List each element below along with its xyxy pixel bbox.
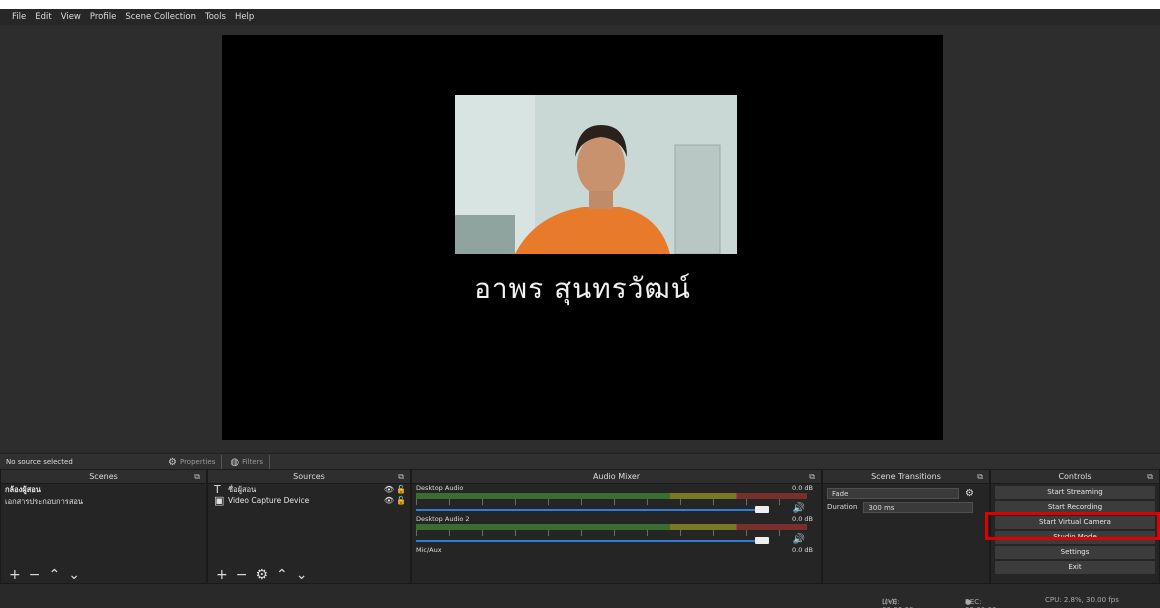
scenes-title: Scenes ⧉: [1, 470, 206, 484]
rec-text: REC: 00:00:00: [965, 598, 996, 608]
properties-button[interactable]: ⚙ Properties: [166, 455, 223, 469]
undock-icon[interactable]: ⧉: [1147, 470, 1153, 483]
source-item[interactable]: T ชื่อผู้สอน 👁 🔓: [208, 483, 410, 496]
remove-icon[interactable]: −: [236, 567, 248, 583]
undock-icon[interactable]: ⧉: [977, 470, 983, 483]
preview-canvas[interactable]: อาพร สุนทรวัฒน์: [222, 35, 943, 440]
mixer-track: Desktop Audio 2 0.0 dB 🔊: [412, 515, 821, 545]
gear-icon[interactable]: ⚙: [255, 567, 268, 583]
settings-button[interactable]: Settings: [995, 546, 1155, 559]
scene-transitions-title: Scene Transitions ⧉: [823, 470, 989, 484]
gear-icon[interactable]: ⚙: [965, 488, 974, 499]
duration-value: 300 ms: [868, 503, 895, 512]
audio-mixer-title-label: Audio Mixer: [592, 472, 641, 481]
filter-icon: ◍: [230, 456, 240, 468]
visibility-eye-icon[interactable]: 👁: [384, 496, 394, 505]
filters-button[interactable]: ◍ Filters: [228, 455, 271, 469]
menu-edit[interactable]: Edit: [35, 12, 51, 22]
menu-view[interactable]: View: [61, 12, 81, 22]
volume-slider[interactable]: 🔊: [416, 534, 805, 546]
exit-button[interactable]: Exit: [995, 561, 1155, 574]
overlay-name-text: อาพร สุนทรวัฒน์: [474, 272, 691, 305]
scenes-dock: Scenes ⧉ กล้องผู้สอน เอกสารประกอบการสอน +…: [0, 469, 207, 584]
add-icon[interactable]: +: [216, 567, 228, 583]
scene-item[interactable]: เอกสารประกอบการสอน: [1, 496, 206, 508]
gear-icon: ⚙: [168, 456, 177, 468]
sources-toolbar: + − ⚙ ⌃ ⌄: [208, 567, 410, 583]
preview-area: อาพร สุนทรวัฒน์: [0, 25, 1160, 452]
track-db: 0.0 dB: [792, 484, 813, 492]
scene-transitions-dock: Scene Transitions ⧉ Fade ⚙ Duration 300 m…: [822, 469, 990, 584]
add-icon[interactable]: +: [9, 567, 21, 583]
webcam-feed: [455, 95, 737, 254]
visibility-eye-icon[interactable]: 👁: [384, 485, 394, 494]
audio-mixer-title: Audio Mixer ⧉: [412, 470, 821, 484]
track-name: Desktop Audio 2: [416, 515, 470, 523]
status-bar: ((•)) LIVE: 00:00:00 ● REC: 00:00:00 CPU…: [0, 594, 1160, 608]
transition-select[interactable]: Fade: [827, 487, 959, 499]
filters-label: Filters: [242, 458, 264, 466]
source-label: ชื่อผู้สอน: [228, 484, 257, 494]
audio-mixer-dock: Audio Mixer ⧉ Desktop Audio 0.0 dB 🔊 Desk…: [411, 469, 822, 584]
sources-dock: Sources ⧉ T ชื่อผู้สอน 👁 🔓 ▣ Video Captur…: [207, 469, 411, 584]
source-label: Video Capture Device: [228, 496, 310, 505]
sources-title: Sources ⧉: [208, 470, 410, 484]
scene-item[interactable]: กล้องผู้สอน: [1, 484, 206, 496]
volume-knob[interactable]: [755, 537, 769, 544]
mixer-track: Desktop Audio 0.0 dB 🔊: [412, 484, 821, 514]
cpu-status: CPU: 2.8%, 30.00 fps: [1045, 596, 1119, 604]
move-up-icon[interactable]: ⌃: [48, 567, 60, 583]
move-up-icon[interactable]: ⌃: [276, 567, 288, 583]
undock-icon[interactable]: ⧉: [398, 470, 404, 483]
transition-row: Fade ⚙: [823, 486, 989, 500]
move-down-icon[interactable]: ⌄: [296, 567, 308, 583]
start-streaming-button[interactable]: Start Streaming: [995, 486, 1155, 499]
obs-window: File Edit View Profile Scene Collection …: [0, 9, 1160, 608]
speaker-icon[interactable]: 🔊: [793, 534, 805, 545]
track-db: 0.0 dB: [792, 546, 813, 554]
menu-file[interactable]: File: [12, 12, 26, 22]
track-name: Mic/Aux: [416, 546, 442, 554]
duration-row: Duration 300 ms: [823, 500, 989, 514]
volume-slider[interactable]: 🔊: [416, 503, 805, 515]
source-item[interactable]: ▣ Video Capture Device 👁 🔓: [208, 494, 410, 507]
controls-title-label: Controls: [1058, 472, 1092, 481]
selection-status: No source selected: [6, 458, 73, 466]
undock-icon[interactable]: ⧉: [809, 470, 815, 483]
track-db: 0.0 dB: [792, 515, 813, 523]
menu-tools[interactable]: Tools: [205, 12, 226, 22]
menu-scene-collection[interactable]: Scene Collection: [125, 12, 196, 22]
scenes-title-label: Scenes: [89, 472, 118, 481]
lock-icon[interactable]: 🔓: [396, 485, 406, 494]
highlight-box: [985, 512, 1160, 540]
live-text: LIVE: 00:00:00: [882, 598, 913, 608]
transition-select-value: Fade: [832, 489, 849, 498]
volume-knob[interactable]: [755, 506, 769, 513]
remove-icon[interactable]: −: [29, 567, 41, 583]
speaker-icon[interactable]: 🔊: [793, 503, 805, 514]
undock-icon[interactable]: ⧉: [194, 470, 200, 483]
scene-transitions-title-label: Scene Transitions: [871, 472, 941, 481]
controls-title: Controls ⧉: [991, 470, 1159, 484]
menu-bar: File Edit View Profile Scene Collection …: [0, 9, 1160, 25]
properties-label: Properties: [179, 458, 216, 466]
duration-input[interactable]: 300 ms: [863, 501, 974, 513]
menu-profile[interactable]: Profile: [90, 12, 116, 22]
sources-title-label: Sources: [293, 472, 325, 481]
source-toolbar: No source selected ⚙ Properties ◍ Filters: [0, 453, 1160, 470]
track-name: Desktop Audio: [416, 484, 464, 492]
move-down-icon[interactable]: ⌄: [68, 567, 80, 583]
mixer-track: Mic/Aux 0.0 dB: [412, 546, 821, 571]
scenes-toolbar: + − ⌃ ⌄: [1, 567, 206, 583]
menu-help[interactable]: Help: [235, 12, 254, 22]
duration-label: Duration: [827, 503, 858, 511]
lock-icon[interactable]: 🔓: [396, 496, 406, 505]
video-capture-icon: ▣: [214, 494, 225, 507]
